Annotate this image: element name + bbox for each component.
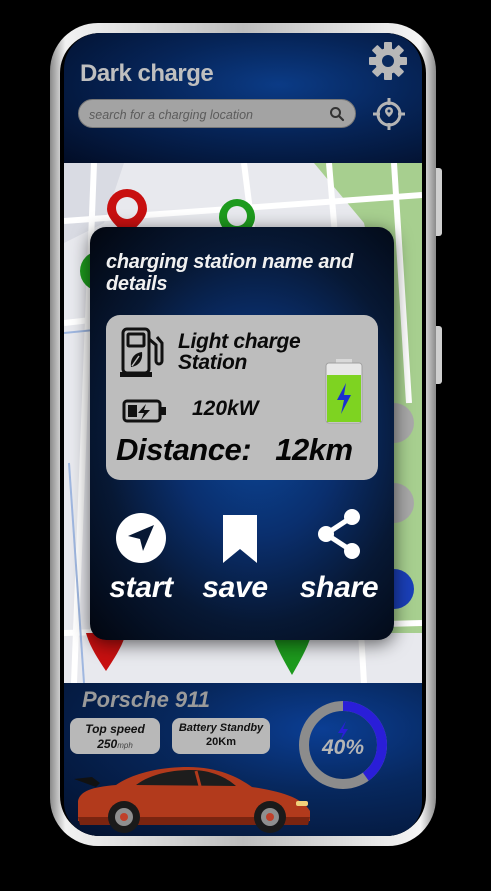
save-button[interactable]: save	[190, 513, 280, 613]
battery-standby-value: 20Km	[206, 736, 236, 748]
phone-screen: Dark charge search for a charging locati…	[60, 33, 426, 836]
share-icon	[318, 509, 360, 559]
battery-standby-label: Battery Standby	[178, 722, 264, 734]
search-bar[interactable]	[78, 99, 356, 128]
distance-readout: Distance: 12km	[116, 432, 353, 468]
search-icon[interactable]	[329, 106, 345, 122]
app-title: Dark charge	[80, 60, 214, 87]
map-pin-blue[interactable]	[394, 563, 422, 613]
battery-charging-icon	[122, 399, 166, 423]
top-speed-pill: Top speed 250mph	[70, 718, 160, 754]
distance-value: 12km	[275, 432, 353, 467]
start-label: start	[109, 571, 173, 604]
share-button[interactable]: share	[294, 509, 384, 613]
station-details-card: charging station name and details Light …	[90, 227, 394, 640]
battery-standby-pill: Battery Standby 20Km	[172, 718, 270, 754]
navigation-arrow-icon	[116, 513, 166, 563]
side-button-power	[436, 168, 442, 236]
power-output: 120kW	[192, 397, 259, 420]
start-button[interactable]: start	[96, 513, 186, 613]
app-viewport: Dark charge search for a charging locati…	[64, 33, 422, 836]
map-pin-gray[interactable]	[394, 393, 422, 533]
battery-full-bolt-icon	[325, 359, 363, 424]
station-info-box: Light charge Station 120kW Distance: 12k…	[106, 315, 378, 480]
vehicle-name: Porsche 911	[82, 687, 211, 712]
app-header: Dark charge	[64, 33, 422, 163]
car-image	[74, 767, 310, 833]
fuel-pump-leaf-icon	[120, 327, 164, 377]
side-button-volume	[436, 326, 442, 384]
bookmark-icon	[223, 515, 257, 563]
top-speed-label: Top speed	[85, 722, 145, 736]
vehicle-panel: Porsche 911 Top speed 250mph Battery Sta…	[64, 683, 422, 836]
gear-icon[interactable]	[366, 39, 410, 83]
battery-percent: 40%	[321, 736, 364, 759]
share-label: share	[299, 571, 379, 604]
save-label: save	[202, 571, 268, 604]
card-title: charging station name and details	[106, 251, 353, 295]
crosshair-location-icon[interactable]	[372, 97, 406, 131]
station-name: Light charge Station	[178, 330, 301, 374]
search-input[interactable]	[87, 105, 321, 125]
top-speed-value: 250	[97, 737, 118, 751]
top-speed-unit: mph	[117, 741, 133, 750]
distance-label: Distance:	[116, 432, 252, 467]
